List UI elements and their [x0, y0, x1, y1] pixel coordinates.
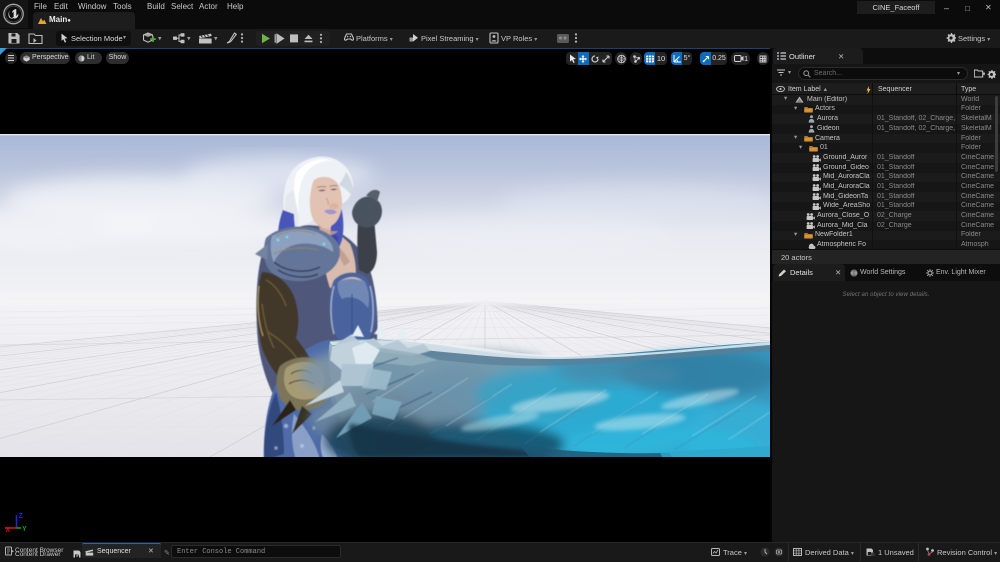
- svg-text:Z: Z: [19, 513, 24, 520]
- svg-text:▾: ▾: [187, 36, 191, 43]
- svg-text:X: X: [6, 527, 11, 534]
- svg-text:Y: Y: [22, 526, 27, 533]
- svg-text:▾: ▾: [158, 36, 162, 43]
- svg-text:▾: ▾: [214, 36, 218, 43]
